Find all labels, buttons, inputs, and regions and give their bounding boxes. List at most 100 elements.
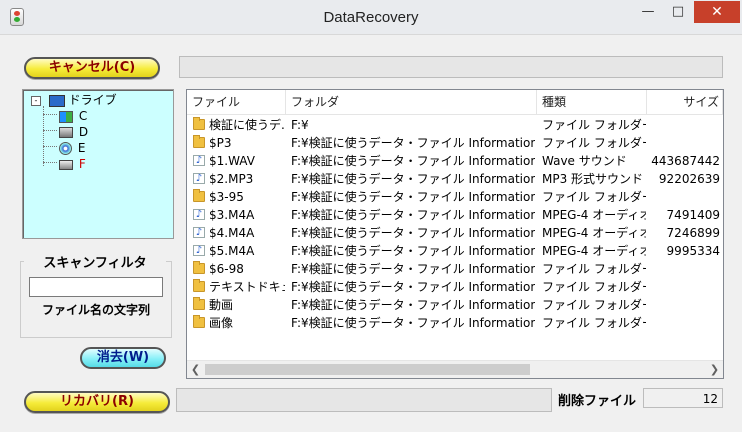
disc-drive-icon: [59, 142, 72, 155]
scan-progress-bar: [179, 56, 723, 78]
list-item[interactable]: $6-98 F:¥検証に使うデータ・ファイル Information¥$P3 ファイ…: [187, 260, 723, 278]
list-item[interactable]: $3-95 F:¥検証に使うデータ・ファイル Information¥$P3 ファイ…: [187, 188, 723, 206]
file-name-cell: $5.M4A: [209, 244, 255, 258]
list-item[interactable]: テキストドキュ... F:¥検証に使うデータ・ファイル Information ファ…: [187, 278, 723, 296]
app-window: DataRecovery — □ ✕ キャンセル(C) - ドライブ C D E: [0, 0, 742, 432]
computer-icon: [48, 94, 65, 107]
file-name-cell: $1.WAV: [209, 154, 255, 168]
file-name-cell: 動画: [209, 298, 234, 312]
tree-drive-label: F: [78, 157, 86, 171]
deleted-files-count: 12: [643, 388, 723, 408]
tree-drive-c[interactable]: C: [59, 108, 87, 124]
list-item[interactable]: ♪ $5.M4A F:¥検証に使うデータ・ファイル Information¥$P..…: [187, 242, 723, 260]
list-item[interactable]: 画像 F:¥検証に使うデータ・ファイル Information ファイル フォルダー: [187, 314, 723, 332]
file-type-cell: ファイル フォルダー: [542, 316, 646, 330]
file-name-cell: テキストドキュ...: [209, 280, 285, 294]
folder-path-cell: F:¥検証に使うデータ・ファイル Information¥$P3: [291, 262, 535, 276]
filename-filter-input[interactable]: [29, 277, 163, 297]
drive-tree[interactable]: - ドライブ C D E F: [22, 89, 174, 239]
hard-drive-icon: [59, 127, 73, 138]
window-title: DataRecovery: [323, 9, 419, 26]
removable-drive-icon: [59, 159, 73, 170]
list-item[interactable]: ♪ $4.M4A F:¥検証に使うデータ・ファイル Information¥$P..…: [187, 224, 723, 242]
file-type-cell: ファイル フォルダー: [542, 262, 646, 276]
file-size-cell: [647, 278, 720, 296]
column-header-type[interactable]: 種類: [537, 90, 647, 114]
file-name-cell: $P3: [209, 136, 232, 150]
list-item[interactable]: ♪ $3.M4A F:¥検証に使うデータ・ファイル Information¥$P..…: [187, 206, 723, 224]
folder-path-cell: F:¥: [291, 118, 309, 132]
list-item[interactable]: ♪ $1.WAV F:¥検証に使うデータ・ファイル Information¥$P3 W…: [187, 152, 723, 170]
file-type-cell: MP3 形式サウンド: [542, 172, 644, 186]
scan-filter-group: [20, 261, 172, 338]
collapse-icon[interactable]: -: [31, 95, 41, 106]
file-name-cell: $3-95: [209, 190, 244, 204]
file-type-cell: ファイル フォルダー: [542, 190, 646, 204]
folder-path-cell: F:¥検証に使うデータ・ファイル Information¥$P...: [291, 208, 535, 222]
list-item[interactable]: 動画 F:¥検証に使うデータ・ファイル Information ファイル フォルダー: [187, 296, 723, 314]
tree-drive-d[interactable]: D: [59, 124, 88, 140]
folder-path-cell: F:¥検証に使うデータ・ファイル Information: [291, 298, 535, 312]
scan-filter-title: スキャンフィルタ: [24, 252, 166, 271]
file-type-cell: MPEG-4 オーディオ: [542, 226, 646, 240]
file-size-cell: [647, 296, 720, 314]
folder-path-cell: F:¥検証に使うデータ・ファイル Information¥$P3: [291, 190, 535, 204]
file-type-cell: ファイル フォルダー: [542, 136, 646, 150]
file-size-cell: 443687442: [651, 154, 720, 168]
audio-icon: ♪: [193, 209, 205, 220]
minimize-button[interactable]: —: [634, 1, 662, 23]
file-type-cell: ファイル フォルダー: [542, 118, 646, 132]
folder-path-cell: F:¥検証に使うデータ・ファイル Information¥$P...: [291, 244, 535, 258]
maximize-button[interactable]: □: [664, 1, 692, 23]
file-type-cell: Wave サウンド: [542, 154, 627, 168]
cancel-button[interactable]: キャンセル(C): [24, 57, 160, 79]
clear-button[interactable]: 消去(W): [80, 347, 166, 369]
column-header-folder[interactable]: フォルダ: [286, 90, 537, 114]
folder-path-cell: F:¥検証に使うデータ・ファイル Information¥$P3: [291, 154, 535, 168]
file-name-cell: 検証に使うデ...: [209, 118, 285, 132]
file-size-cell: 9995334: [666, 244, 720, 258]
scroll-left-icon[interactable]: ❮: [187, 361, 204, 378]
file-type-cell: MPEG-4 オーディオ: [542, 244, 646, 258]
file-name-cell: $3.M4A: [209, 208, 255, 222]
folder-icon: [193, 297, 205, 310]
file-size-cell: 7246899: [666, 226, 720, 240]
file-type-cell: ファイル フォルダー: [542, 280, 646, 294]
file-name-cell: 画像: [209, 316, 234, 330]
column-header-file[interactable]: ファイル: [187, 90, 286, 114]
file-size-cell: 92202639: [658, 172, 720, 186]
tree-drive-f[interactable]: F: [59, 156, 86, 172]
list-item[interactable]: ♪ $2.MP3 F:¥検証に使うデータ・ファイル Information¥$P3 M…: [187, 170, 723, 188]
folder-path-cell: F:¥検証に使うデータ・ファイル Information: [291, 316, 535, 330]
folder-icon: [193, 189, 205, 202]
scroll-right-icon[interactable]: ❯: [706, 361, 723, 378]
column-header-size[interactable]: サイズ: [647, 90, 723, 114]
filter-hint-label: ファイル名の文字列: [41, 303, 150, 317]
audio-icon: ♪: [193, 245, 205, 256]
scroll-thumb[interactable]: [205, 364, 530, 375]
file-name-cell: $4.M4A: [209, 226, 255, 240]
audio-icon: ♪: [193, 155, 205, 166]
recover-button[interactable]: リカバリ(R): [24, 391, 170, 413]
horizontal-scrollbar[interactable]: ❮ ❯: [187, 360, 723, 378]
file-size-cell: [647, 314, 720, 332]
file-name-cell: $2.MP3: [209, 172, 254, 186]
recovery-progress-bar: [176, 388, 552, 412]
list-item[interactable]: $P3 F:¥検証に使うデータ・ファイル Information ファイル フォルダ…: [187, 134, 723, 152]
folder-icon: [193, 315, 205, 328]
file-size-cell: [647, 134, 720, 152]
tree-root[interactable]: - ドライブ: [31, 92, 117, 108]
folder-icon: [193, 117, 205, 130]
file-list[interactable]: ファイル フォルダ 種類 サイズ 検証に使うデ... F:¥ ファイル フォルダー $…: [186, 89, 724, 379]
tree-drive-e[interactable]: E: [59, 140, 85, 156]
tree-root-label: ドライブ: [68, 93, 117, 107]
folder-icon: [193, 261, 205, 274]
list-item[interactable]: 検証に使うデ... F:¥ ファイル フォルダー: [187, 116, 723, 134]
file-type-cell: MPEG-4 オーディオ: [542, 208, 646, 222]
folder-icon: [193, 279, 205, 292]
close-button[interactable]: ✕: [694, 1, 740, 23]
file-size-cell: [647, 188, 720, 206]
windows-drive-icon: [59, 110, 73, 123]
folder-icon: [193, 135, 205, 148]
file-size-cell: [647, 260, 720, 278]
